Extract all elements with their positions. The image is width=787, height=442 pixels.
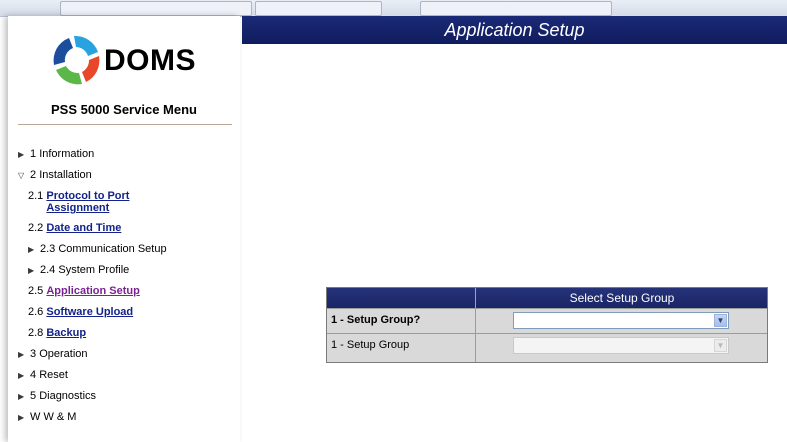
form-row: 1 - Setup Group? ▼ (327, 308, 767, 333)
expand-arrow-icon[interactable]: ▶ (28, 266, 37, 275)
expand-arrow-icon[interactable]: ▶ (18, 371, 27, 380)
form-header: Select Setup Group (327, 288, 767, 308)
expand-arrow-icon[interactable]: ▶ (18, 392, 27, 401)
nav-item-software-upload[interactable]: 2.6 Software Upload (28, 306, 133, 318)
nav-item-protocol-to-port[interactable]: 2.1 Protocol to Port Assignment (28, 190, 146, 214)
nav-item-diagnostics[interactable]: ▶ 5 Diagnostics (18, 390, 96, 402)
nav-item-backup[interactable]: 2.8 Backup (28, 327, 86, 339)
collapse-arrow-icon[interactable]: ▽ (18, 171, 27, 180)
browser-tab[interactable] (60, 1, 252, 16)
expand-arrow-icon[interactable]: ▶ (18, 350, 27, 359)
nav-item-communication-setup[interactable]: ▶ 2.3 Communication Setup (28, 243, 167, 255)
nav-item-operation[interactable]: ▶ 3 Operation (18, 348, 88, 360)
page-header: Application Setup (242, 16, 787, 44)
expand-arrow-icon[interactable]: ▶ (28, 245, 37, 254)
nav-item-www-m[interactable]: ▶ W W & M (18, 411, 76, 423)
nav-item-reset[interactable]: ▶ 4 Reset (18, 369, 68, 381)
menu-title: PSS 5000 Service Menu (51, 102, 197, 117)
setup-group-form: Select Setup Group 1 - Setup Group? ▼ 1 … (326, 287, 768, 363)
form-header-title: Select Setup Group (475, 288, 768, 308)
content-area (242, 44, 787, 442)
divider (18, 124, 232, 125)
browser-tab[interactable] (255, 1, 382, 16)
browser-tab[interactable] (420, 1, 612, 16)
setup-group-select-disabled: ▼ (513, 337, 729, 354)
logo-text: DOMS (104, 44, 196, 77)
setup-group-label: 1 - Setup Group (331, 339, 410, 351)
nav-item-system-profile[interactable]: ▶ 2.4 System Profile (28, 264, 129, 276)
nav-item-information[interactable]: ▶ 1 Information (18, 148, 94, 160)
chevron-down-icon[interactable]: ▼ (714, 314, 727, 327)
setup-group-label: 1 - Setup Group? (331, 314, 421, 326)
setup-group-select[interactable]: ▼ (513, 312, 729, 329)
nav-item-date-and-time[interactable]: 2.2 Date and Time (28, 222, 121, 234)
expand-arrow-icon[interactable]: ▶ (18, 150, 27, 159)
nav-item-installation[interactable]: ▽ 2 Installation (18, 169, 92, 181)
sidebar: DOMS PSS 5000 Service Menu ▶ 1 Informatio… (8, 16, 240, 442)
form-row: 1 - Setup Group ▼ (327, 333, 767, 362)
browser-tab-strip (0, 0, 787, 17)
page-title: Application Setup (444, 20, 585, 40)
expand-arrow-icon[interactable]: ▶ (18, 413, 27, 422)
nav-item-application-setup[interactable]: 2.5 Application Setup (28, 285, 140, 297)
chevron-down-icon: ▼ (714, 339, 727, 352)
